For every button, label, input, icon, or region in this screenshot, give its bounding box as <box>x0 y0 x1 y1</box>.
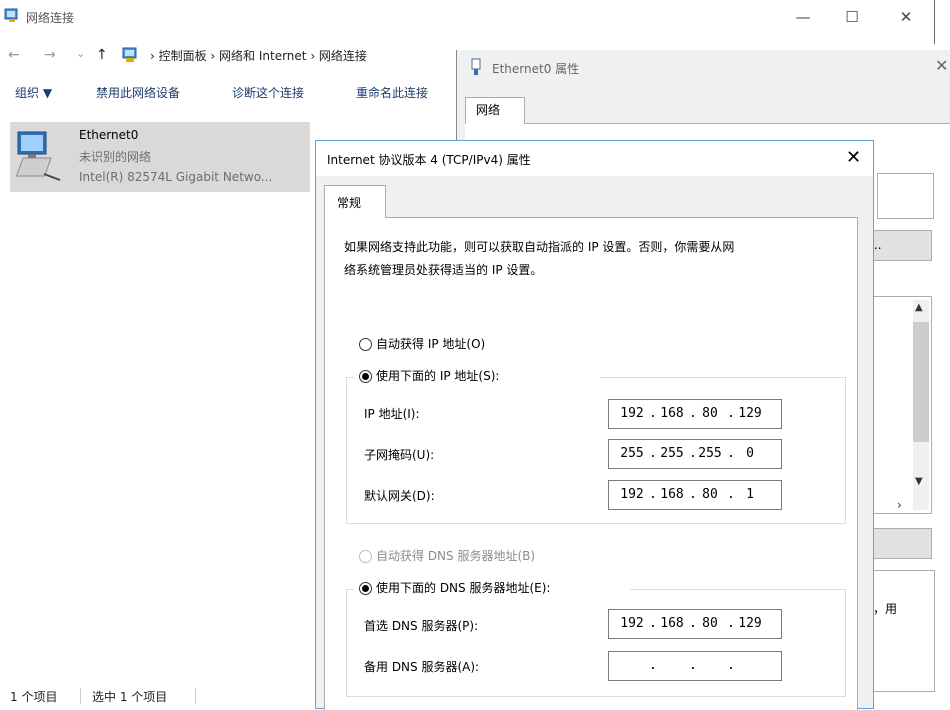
octet: 80 <box>702 487 718 502</box>
octet: 255 <box>660 446 684 461</box>
title-bar: 网络连接 — ☐ ✕ <box>0 0 950 34</box>
adapter-field <box>877 173 934 219</box>
gateway-label: 默认网关(D): <box>364 489 435 503</box>
octet: 255 <box>698 446 722 461</box>
minimize-button[interactable]: — <box>780 0 826 34</box>
octet-dot: . <box>649 487 657 502</box>
dialog-title: Internet 协议版本 4 (TCP/IPv4) 属性 <box>327 153 531 167</box>
item-count: 1 个项目 <box>10 690 58 704</box>
tab-network[interactable]: 网络 <box>465 97 525 124</box>
connection-name: Ethernet0 <box>79 128 139 142</box>
scroll-down-icon[interactable]: ▼ <box>915 476 923 487</box>
manual-ip-label[interactable]: 使用下面的 IP 地址(S): <box>376 367 499 384</box>
manual-dns-radio[interactable] <box>359 582 372 595</box>
octet-dot: . <box>727 487 735 502</box>
subnet-mask-field[interactable]: 255 . 255 . 255 . 0 <box>608 439 782 469</box>
scroll-right-icon[interactable]: › <box>897 498 902 512</box>
octet: 129 <box>738 406 762 421</box>
octet-dot: . <box>649 616 657 631</box>
auto-ip-radio[interactable] <box>359 338 372 351</box>
octet: 192 <box>620 616 644 631</box>
auto-ip-label[interactable]: 自动获得 IP 地址(O) <box>376 335 485 352</box>
network-connections-icon <box>4 8 18 22</box>
octet-dot: . <box>649 446 657 461</box>
preferred-dns-label: 首选 DNS 服务器(P): <box>364 619 479 633</box>
back-icon[interactable]: ← <box>8 47 20 63</box>
octet: 168 <box>660 616 684 631</box>
alternate-dns-label: 备用 DNS 服务器(A): <box>364 660 480 674</box>
ip-address-label: IP 地址(I): <box>364 407 420 421</box>
octet-dot: . <box>727 616 735 631</box>
forward-icon[interactable]: → <box>44 47 56 63</box>
description-line-1: 如果网络支持此功能，则可以获取自动指派的 IP 设置。否则，你需要从网 <box>344 240 735 254</box>
up-icon[interactable]: ↑ <box>96 47 108 63</box>
close-button[interactable]: ✕ <box>883 0 929 34</box>
octet-dot: . <box>649 658 657 673</box>
octet: 80 <box>702 406 718 421</box>
alternate-dns-field[interactable]: . . . <box>608 651 782 681</box>
octet: 0 <box>746 446 754 461</box>
octet-dot: . <box>649 406 657 421</box>
octet-dot: . <box>727 446 735 461</box>
status-bar: 1 个项目 选中 1 个项目 <box>0 684 320 709</box>
recent-dropdown-icon[interactable]: ⌄ <box>76 47 85 60</box>
subnet-mask-label: 子网掩码(U): <box>364 448 435 462</box>
network-adapter-icon <box>15 131 61 181</box>
description-line-2: 络系统管理员处获得适当的 IP 设置。 <box>344 263 543 277</box>
ipv4-properties-dialog: Internet 协议版本 4 (TCP/IPv4) 属性 ✕ 常规 如果网络支… <box>315 140 874 710</box>
octet: 168 <box>660 487 684 502</box>
octet-dot: . <box>727 406 735 421</box>
ip-address-field[interactable]: 192 . 168 . 80 . 129 <box>608 399 782 429</box>
octet: 168 <box>660 406 684 421</box>
preferred-dns-field[interactable]: 192 . 168 . 80 . 129 <box>608 609 782 639</box>
connection-item[interactable]: Ethernet0 未识别的网络 Intel(R) 82574L Gigabit… <box>10 122 310 192</box>
scroll-up-icon[interactable]: ▲ <box>915 302 923 313</box>
octet-dot: . <box>689 658 697 673</box>
status-divider <box>195 688 196 704</box>
connection-device: Intel(R) 82574L Gigabit Netwo... <box>79 170 273 184</box>
close-button[interactable]: ✕ <box>846 147 861 168</box>
breadcrumb[interactable]: › 控制面板 › 网络和 Internet › 网络连接 <box>150 47 367 64</box>
manual-ip-radio[interactable] <box>359 370 372 383</box>
network-adapter-icon <box>471 58 481 75</box>
organize-menu[interactable]: 组织 ▼ <box>15 84 52 101</box>
window-edge <box>934 0 935 44</box>
close-button[interactable]: ✕ <box>935 56 948 75</box>
tab-general[interactable]: 常规 <box>324 185 386 218</box>
scrollbar-thumb[interactable] <box>913 322 929 442</box>
octet: 129 <box>738 616 762 631</box>
dialog-title: Ethernet0 属性 <box>492 62 580 76</box>
dialog-titlebar: Internet 协议版本 4 (TCP/IPv4) 属性 ✕ <box>316 141 873 176</box>
command-bar: 组织 ▼ 禁用此网络设备 诊断这个连接 重命名此连接 <box>0 84 460 110</box>
auto-dns-label[interactable]: 自动获得 DNS 服务器地址(B) <box>376 547 535 564</box>
maximize-button[interactable]: ☐ <box>829 0 875 34</box>
octet: 80 <box>702 616 718 631</box>
selected-count: 选中 1 个项目 <box>92 690 168 704</box>
disable-device-button[interactable]: 禁用此网络设备 <box>96 84 180 101</box>
octet: 192 <box>620 487 644 502</box>
status-divider <box>80 688 81 704</box>
window-title: 网络连接 <box>26 11 75 25</box>
rename-button[interactable]: 重命名此连接 <box>356 84 428 101</box>
octet: 1 <box>746 487 754 502</box>
address-bar: ← → ⌄ ↑ › 控制面板 › 网络和 Internet › 网络连接 <box>0 38 460 74</box>
connection-status: 未识别的网络 <box>79 150 152 164</box>
octet: 192 <box>620 406 644 421</box>
octet-dot: . <box>727 658 735 673</box>
octet: 255 <box>620 446 644 461</box>
manual-dns-label[interactable]: 使用下面的 DNS 服务器地址(E): <box>376 579 550 596</box>
diagnose-button[interactable]: 诊断这个连接 <box>232 84 304 101</box>
gateway-field[interactable]: 192 . 168 . 80 . 1 <box>608 480 782 510</box>
control-panel-icon <box>122 47 137 62</box>
auto-dns-radio[interactable] <box>359 550 372 563</box>
